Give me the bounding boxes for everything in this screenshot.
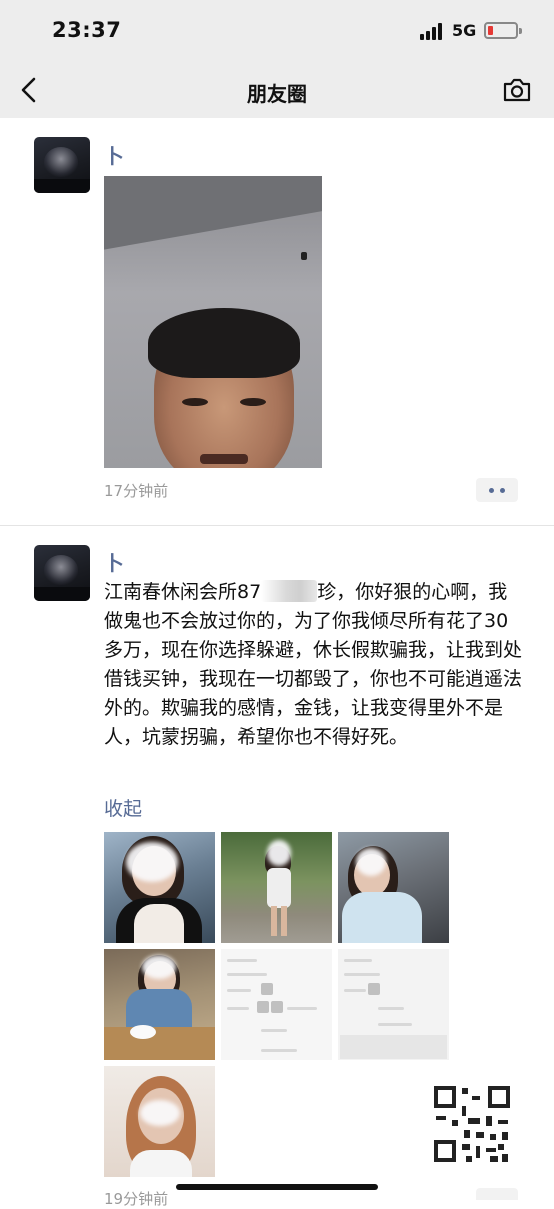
post-username[interactable]: 卜: [104, 547, 124, 576]
post-image-screenshot[interactable]: [338, 949, 449, 1060]
camera-icon[interactable]: [502, 76, 532, 104]
post-time: 17分钟前: [104, 482, 169, 500]
post-image[interactable]: [104, 949, 215, 1060]
post-image-screenshot[interactable]: [221, 949, 332, 1060]
post-photo[interactable]: [104, 176, 322, 468]
post-image[interactable]: [221, 832, 332, 943]
home-indicator[interactable]: [176, 1184, 378, 1190]
post-time: 19分钟前: [104, 1190, 169, 1208]
post-image[interactable]: [104, 1066, 215, 1177]
post-username[interactable]: 卜: [104, 140, 124, 169]
post-image[interactable]: [104, 832, 215, 943]
avatar[interactable]: [34, 137, 90, 193]
more-actions-button[interactable]: [476, 478, 518, 502]
redaction-blur: [261, 580, 318, 602]
post-image[interactable]: [338, 832, 449, 943]
post-text-rest: 珍，你好狠的心啊，我做鬼也不会放过你的，为了你我倾尽所有花了30多万，现在你选择…: [104, 581, 523, 748]
avatar[interactable]: [34, 545, 90, 601]
post-divider: [0, 525, 554, 526]
post-text-start: 江南春休闲会所87: [104, 581, 262, 603]
network-type: 5G: [452, 21, 477, 40]
collapse-link[interactable]: 收起: [104, 794, 142, 821]
post-text: 江南春休闲会所87 珍，你好狠的心啊，我做鬼也不会放过你的，为了你我倾尽所有花了3…: [104, 578, 524, 752]
signal-icon: [420, 22, 446, 40]
status-time: 23:37: [52, 18, 122, 42]
navigation-bar: 朋友圈: [0, 62, 554, 118]
battery-icon: [484, 22, 522, 39]
more-actions-button[interactable]: [476, 1188, 518, 1200]
status-bar: 23:37 5G: [0, 0, 554, 62]
page-title: 朋友圈: [247, 82, 307, 106]
qr-code-watermark: [432, 1084, 512, 1164]
